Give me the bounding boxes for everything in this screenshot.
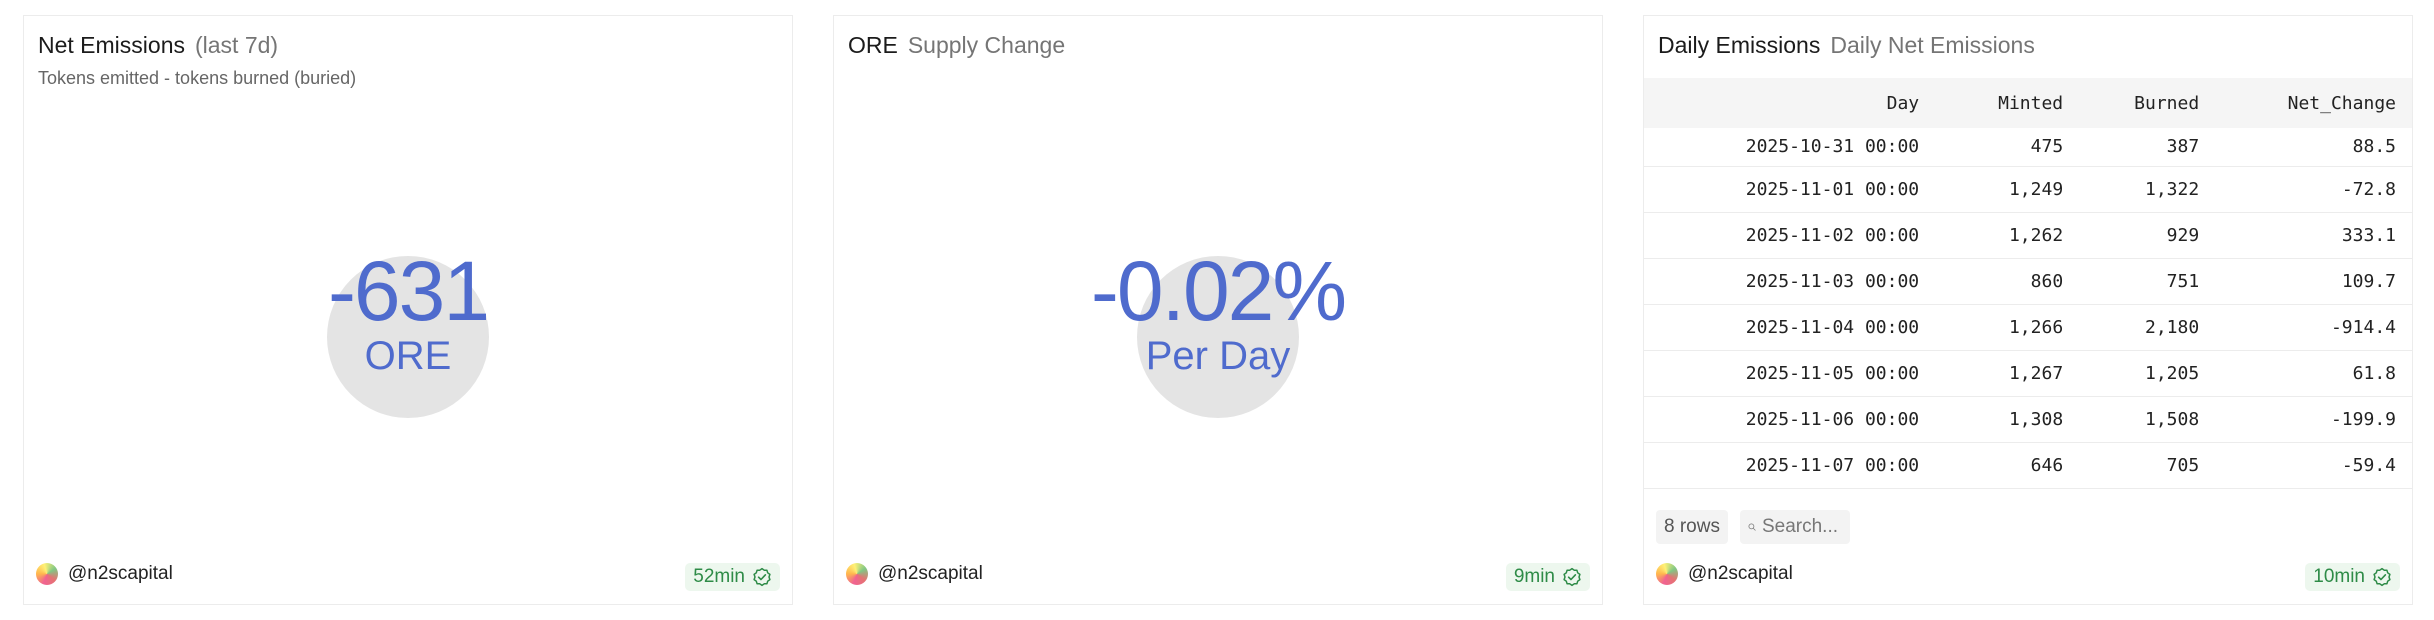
card-header: Daily Emissions Daily Net Emissions bbox=[1658, 32, 2035, 59]
search-icon bbox=[1748, 523, 1756, 531]
cell-net-change: 109.7 bbox=[2215, 258, 2412, 305]
age-text: 9min bbox=[1513, 566, 1555, 587]
cell-minted: 1,267 bbox=[1943, 350, 2080, 397]
check-circle-icon bbox=[753, 567, 771, 587]
cell-day: 2025-11-07 00:00 bbox=[1644, 442, 1944, 489]
table-row: 2025-11-07 00:00 646 705 -59.4 bbox=[1644, 442, 2412, 489]
card-title: Net Emissions bbox=[38, 32, 185, 58]
column-header-minted[interactable]: Minted bbox=[1943, 78, 2079, 128]
author-link[interactable]: @n2scapital bbox=[1656, 563, 1793, 585]
cell-day: 2025-10-31 00:00 bbox=[1644, 128, 1944, 167]
card-subtitle: Daily Net Emissions bbox=[1830, 32, 2035, 58]
table-footer: 8 rows bbox=[1656, 510, 1850, 544]
row-count: 8 rows bbox=[1656, 510, 1728, 544]
cell-net-change: 333.1 bbox=[2215, 212, 2412, 259]
card-title: Daily Emissions bbox=[1658, 32, 1821, 58]
cell-burned: 1,205 bbox=[2079, 350, 2216, 397]
table-search[interactable] bbox=[1739, 510, 1850, 544]
daily-emissions-card: Daily Emissions Daily Net Emissions Day M… bbox=[1643, 15, 2413, 605]
cell-burned: 929 bbox=[2079, 212, 2216, 259]
check-circle-icon bbox=[2373, 567, 2391, 587]
card-header: ORE Supply Change bbox=[848, 32, 1065, 59]
cell-net-change: -59.4 bbox=[2215, 442, 2412, 489]
column-header-burned[interactable]: Burned bbox=[2079, 78, 2215, 128]
card-footer: @n2scapital 9min bbox=[846, 563, 1590, 591]
cell-net-change: 61.8 bbox=[2215, 350, 2412, 397]
avatar bbox=[846, 563, 868, 585]
card-title: ORE bbox=[848, 32, 898, 58]
check-circle-icon bbox=[1563, 567, 1581, 587]
cell-net-change: -914.4 bbox=[2215, 304, 2412, 351]
cell-burned: 1,508 bbox=[2079, 396, 2216, 443]
table-row: 2025-11-03 00:00 860 751 109.7 bbox=[1644, 258, 2412, 305]
cell-burned: 705 bbox=[2079, 442, 2216, 489]
counter-value: -0.02% bbox=[1090, 244, 1347, 338]
table-row: 2025-11-05 00:00 1,267 1,205 61.8 bbox=[1644, 350, 2412, 397]
cell-burned: 1,322 bbox=[2079, 166, 2216, 213]
counter-widget: -0.02% Per Day bbox=[834, 236, 1602, 436]
net-emissions-card: Net Emissions (last 7d) Tokens emitted - … bbox=[23, 15, 793, 605]
cell-burned: 751 bbox=[2079, 258, 2216, 305]
counter-widget: -631 ORE bbox=[24, 236, 792, 436]
cell-net-change: -199.9 bbox=[2215, 396, 2412, 443]
author-name: @n2scapital bbox=[68, 563, 173, 584]
cell-minted: 1,249 bbox=[1943, 166, 2080, 213]
counter-value: -631 bbox=[327, 244, 490, 338]
card-header: Net Emissions (last 7d) bbox=[38, 32, 278, 59]
column-header-day[interactable]: Day bbox=[1644, 78, 1943, 128]
column-header-net-change[interactable]: Net_Change bbox=[2215, 78, 2412, 128]
cell-burned: 387 bbox=[2079, 128, 2216, 167]
author-name: @n2scapital bbox=[878, 563, 983, 584]
cell-day: 2025-11-01 00:00 bbox=[1644, 166, 1944, 213]
cell-day: 2025-11-03 00:00 bbox=[1644, 258, 1944, 305]
cell-minted: 1,262 bbox=[1943, 212, 2080, 259]
cell-minted: 475 bbox=[1943, 128, 2080, 167]
age-text: 52min bbox=[693, 566, 745, 587]
cell-day: 2025-11-02 00:00 bbox=[1644, 212, 1944, 259]
counter-unit: Per Day bbox=[1145, 334, 1291, 378]
cell-day: 2025-11-04 00:00 bbox=[1644, 304, 1944, 351]
card-footer: @n2scapital 52min bbox=[36, 563, 780, 591]
counter-unit: ORE bbox=[364, 334, 452, 378]
table-header-row: Day Minted Burned Net_Change bbox=[1644, 78, 2412, 128]
cell-minted: 860 bbox=[1943, 258, 2080, 305]
emissions-table: Day Minted Burned Net_Change 2025-10-31 … bbox=[1644, 78, 2412, 489]
avatar bbox=[36, 563, 58, 585]
refresh-age-badge[interactable]: 10min bbox=[2305, 563, 2400, 591]
card-subtitle: (last 7d) bbox=[194, 32, 279, 58]
table-row: 2025-11-01 00:00 1,249 1,322 -72.8 bbox=[1644, 166, 2412, 213]
cell-burned: 2,180 bbox=[2079, 304, 2216, 351]
ore-supply-change-card: ORE Supply Change -0.02% Per Day @n2scapi… bbox=[833, 15, 1603, 605]
cell-day: 2025-11-06 00:00 bbox=[1644, 396, 1944, 443]
cell-net-change: -72.8 bbox=[2215, 166, 2412, 213]
card-subtitle: Supply Change bbox=[907, 32, 1066, 58]
author-link[interactable]: @n2scapital bbox=[36, 563, 173, 585]
table-row: 2025-11-04 00:00 1,266 2,180 -914.4 bbox=[1644, 304, 2412, 351]
cell-minted: 646 bbox=[1943, 442, 2080, 489]
card-description: Tokens emitted - tokens burned (buried) bbox=[38, 68, 357, 88]
avatar bbox=[1656, 563, 1678, 585]
refresh-age-badge[interactable]: 52min bbox=[685, 563, 780, 591]
author-link[interactable]: @n2scapital bbox=[846, 563, 983, 585]
card-footer: @n2scapital 10min bbox=[1656, 563, 2400, 591]
table-row: 2025-11-06 00:00 1,308 1,508 -199.9 bbox=[1644, 396, 2412, 443]
cell-minted: 1,308 bbox=[1943, 396, 2080, 443]
cell-net-change: 88.5 bbox=[2215, 128, 2412, 167]
cell-minted: 1,266 bbox=[1943, 304, 2080, 351]
table-row: 2025-11-02 00:00 1,262 929 333.1 bbox=[1644, 212, 2412, 259]
age-text: 10min bbox=[2313, 566, 2365, 587]
search-input[interactable] bbox=[1761, 516, 1842, 538]
author-name: @n2scapital bbox=[1688, 563, 1793, 584]
refresh-age-badge[interactable]: 9min bbox=[1505, 563, 1590, 591]
table-row: 2025-10-31 00:00 475 387 88.5 bbox=[1644, 128, 2412, 167]
cell-day: 2025-11-05 00:00 bbox=[1644, 350, 1944, 397]
